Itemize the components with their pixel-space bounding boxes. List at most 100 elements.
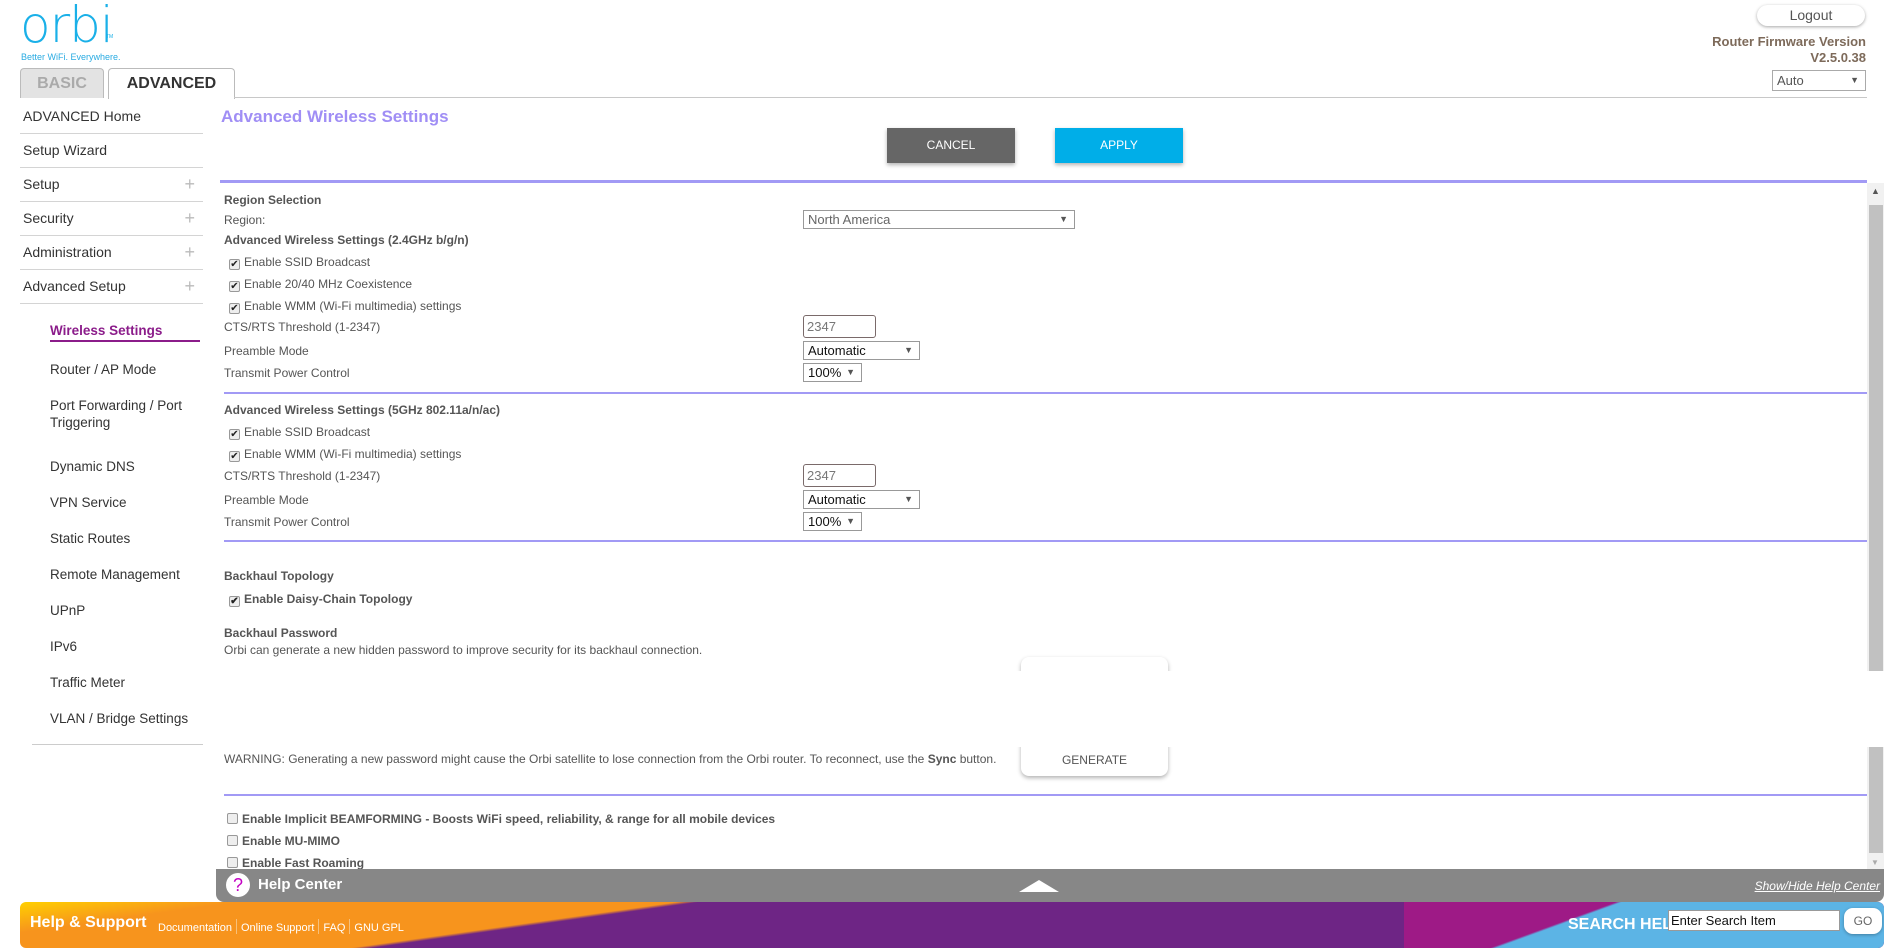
sidebar-item-setup[interactable]: Setup + bbox=[20, 168, 203, 202]
orbi-logo: orbi bbox=[20, 0, 114, 54]
chevron-down-icon: ▼ bbox=[846, 516, 855, 526]
sidebar-item-setup-wizard[interactable]: Setup Wizard bbox=[20, 134, 203, 168]
logout-button[interactable]: Logout bbox=[1757, 5, 1865, 26]
tpc-select-5[interactable]: 100% ▼ bbox=[803, 512, 862, 531]
plus-icon: + bbox=[184, 208, 195, 228]
checkbox-checked[interactable]: ✔ bbox=[229, 429, 240, 440]
backhaul-password-desc: Orbi can generate a new hidden password … bbox=[224, 643, 703, 657]
checkbox-checked[interactable]: ✔ bbox=[229, 303, 240, 314]
checkbox-fast-roaming[interactable]: Enable Fast Roaming bbox=[222, 856, 364, 870]
checkbox-checked[interactable]: ✔ bbox=[229, 596, 240, 607]
warning-sync: Sync bbox=[927, 752, 957, 766]
divider bbox=[224, 794, 1867, 796]
checkbox-ssid-5[interactable]: ✔ Enable SSID Broadcast bbox=[224, 425, 370, 440]
region-label: Region: bbox=[224, 213, 266, 227]
divider bbox=[224, 540, 1867, 542]
checkbox-wmm-5[interactable]: ✔ Enable WMM (Wi-Fi multimedia) settings bbox=[224, 447, 461, 462]
sidebar-item-advanced-setup[interactable]: Advanced Setup + bbox=[20, 270, 203, 304]
apply-button[interactable]: APPLY bbox=[1055, 128, 1183, 163]
subnav-ipv6[interactable]: IPv6 bbox=[50, 638, 77, 655]
subnav-traffic-meter[interactable]: Traffic Meter bbox=[50, 674, 125, 691]
search-help-label: SEARCH HELP bbox=[1568, 916, 1683, 933]
checkbox-wmm-24[interactable]: ✔ Enable WMM (Wi-Fi multimedia) settings bbox=[224, 299, 461, 314]
checkbox-unchecked[interactable] bbox=[227, 857, 238, 868]
search-input[interactable]: Enter Search Item bbox=[1668, 910, 1840, 931]
subnav-upnp[interactable]: UPnP bbox=[50, 602, 85, 619]
tab-advanced[interactable]: ADVANCED bbox=[108, 68, 235, 99]
sidebar-item-administration[interactable]: Administration + bbox=[20, 236, 203, 270]
label: Enable WMM (Wi-Fi multimedia) settings bbox=[244, 299, 462, 313]
go-button[interactable]: GO bbox=[1844, 908, 1882, 934]
help-center-bar[interactable]: ? Help Center Show/Hide Help Center bbox=[216, 869, 1884, 902]
region-heading: Region Selection bbox=[224, 193, 322, 207]
checkbox-unchecked[interactable] bbox=[227, 835, 238, 846]
preamble-label-5: Preamble Mode bbox=[224, 493, 309, 507]
footer: Help & Support Documentation Online Suppo… bbox=[20, 902, 1884, 948]
chevron-down-icon: ▼ bbox=[846, 367, 855, 377]
checkbox-beamforming[interactable]: Enable Implicit BEAMFORMING - Boosts WiF… bbox=[222, 812, 775, 826]
sidebar-item-advanced-home[interactable]: ADVANCED Home bbox=[20, 100, 203, 134]
cts-input-24[interactable]: 2347 bbox=[803, 315, 876, 338]
divider bbox=[224, 392, 1867, 394]
checkbox-checked[interactable]: ✔ bbox=[229, 281, 240, 292]
label: Enable 20/40 MHz Coexistence bbox=[244, 277, 413, 291]
label: Setup bbox=[23, 176, 60, 192]
value: 100% bbox=[808, 514, 842, 529]
scroll-up-icon[interactable]: ▲ bbox=[1871, 186, 1880, 196]
backhaul-password-heading: Backhaul Password bbox=[224, 626, 338, 640]
help-support-title: Help & Support bbox=[30, 914, 147, 931]
subnav-vpn-service[interactable]: VPN Service bbox=[50, 494, 127, 511]
label: Setup Wizard bbox=[23, 142, 108, 158]
subnav-remote-management[interactable]: Remote Management bbox=[50, 566, 180, 583]
scroll-down-icon[interactable]: ▼ bbox=[1871, 858, 1879, 867]
label: Enable Daisy-Chain Topology bbox=[244, 592, 413, 606]
region-select[interactable]: North America ▼ bbox=[803, 210, 1075, 229]
chevron-down-icon: ▼ bbox=[1059, 214, 1068, 224]
label: Security bbox=[23, 210, 74, 226]
checkbox-unchecked[interactable] bbox=[227, 813, 238, 824]
tpc-select-24[interactable]: 100% ▼ bbox=[803, 363, 862, 382]
render-gap bbox=[1021, 671, 1168, 747]
cts-input-5[interactable]: 2347 bbox=[803, 464, 876, 487]
language-value: Auto bbox=[1777, 73, 1804, 88]
divider bbox=[32, 744, 203, 745]
subnav-static-routes[interactable]: Static Routes bbox=[50, 530, 130, 547]
link-online-support[interactable]: Online Support bbox=[241, 922, 314, 934]
link-documentation[interactable]: Documentation bbox=[158, 922, 232, 934]
trademark: TM bbox=[106, 34, 114, 40]
chevron-down-icon: ▼ bbox=[1850, 75, 1859, 85]
region-value: North America bbox=[808, 212, 891, 227]
tpc-label-5: Transmit Power Control bbox=[224, 515, 350, 529]
checkbox-mu-mimo[interactable]: Enable MU-MIMO bbox=[222, 834, 340, 848]
sidebar-item-security[interactable]: Security + bbox=[20, 202, 203, 236]
scrollbar-thumb[interactable] bbox=[1869, 205, 1883, 853]
label: Enable SSID Broadcast bbox=[244, 425, 371, 439]
cts-label-5: CTS/RTS Threshold (1-2347) bbox=[224, 469, 381, 483]
expand-arrow-icon[interactable] bbox=[1019, 880, 1059, 892]
show-hide-help-link[interactable]: Show/Hide Help Center bbox=[1755, 879, 1880, 893]
checkbox-coexistence[interactable]: ✔ Enable 20/40 MHz Coexistence bbox=[224, 277, 412, 292]
link-gnu-gpl[interactable]: GNU GPL bbox=[354, 922, 404, 934]
label: Administration bbox=[23, 244, 112, 260]
chevron-down-icon: ▼ bbox=[904, 494, 913, 504]
section-heading-5ghz: Advanced Wireless Settings (5GHz 802.11a… bbox=[224, 403, 501, 417]
plus-icon: + bbox=[184, 174, 195, 194]
tab-basic[interactable]: BASIC bbox=[20, 68, 104, 98]
backhaul-topology-heading: Backhaul Topology bbox=[224, 569, 334, 583]
checkbox-ssid-24[interactable]: ✔ Enable SSID Broadcast bbox=[224, 255, 370, 270]
language-select[interactable]: Auto ▼ bbox=[1772, 70, 1866, 91]
checkbox-daisy-chain[interactable]: ✔ Enable Daisy-Chain Topology bbox=[224, 592, 412, 607]
subnav-router-ap-mode[interactable]: Router / AP Mode bbox=[50, 361, 156, 378]
subnav-vlan-bridge[interactable]: VLAN / Bridge Settings bbox=[50, 710, 188, 727]
checkbox-checked[interactable]: ✔ bbox=[229, 259, 240, 270]
tagline: Better WiFi. Everywhere. bbox=[21, 52, 121, 62]
checkbox-checked[interactable]: ✔ bbox=[229, 451, 240, 462]
label: ADVANCED Home bbox=[23, 108, 141, 124]
preamble-select-24[interactable]: Automatic ▼ bbox=[803, 341, 920, 360]
preamble-select-5[interactable]: Automatic ▼ bbox=[803, 490, 920, 509]
subnav-dynamic-dns[interactable]: Dynamic DNS bbox=[50, 458, 135, 475]
link-faq[interactable]: FAQ bbox=[323, 922, 345, 934]
cancel-button[interactable]: CANCEL bbox=[887, 128, 1015, 163]
subnav-wireless-settings[interactable]: Wireless Settings bbox=[50, 322, 200, 342]
subnav-port-forwarding[interactable]: Port Forwarding / Port Triggering bbox=[50, 397, 200, 431]
